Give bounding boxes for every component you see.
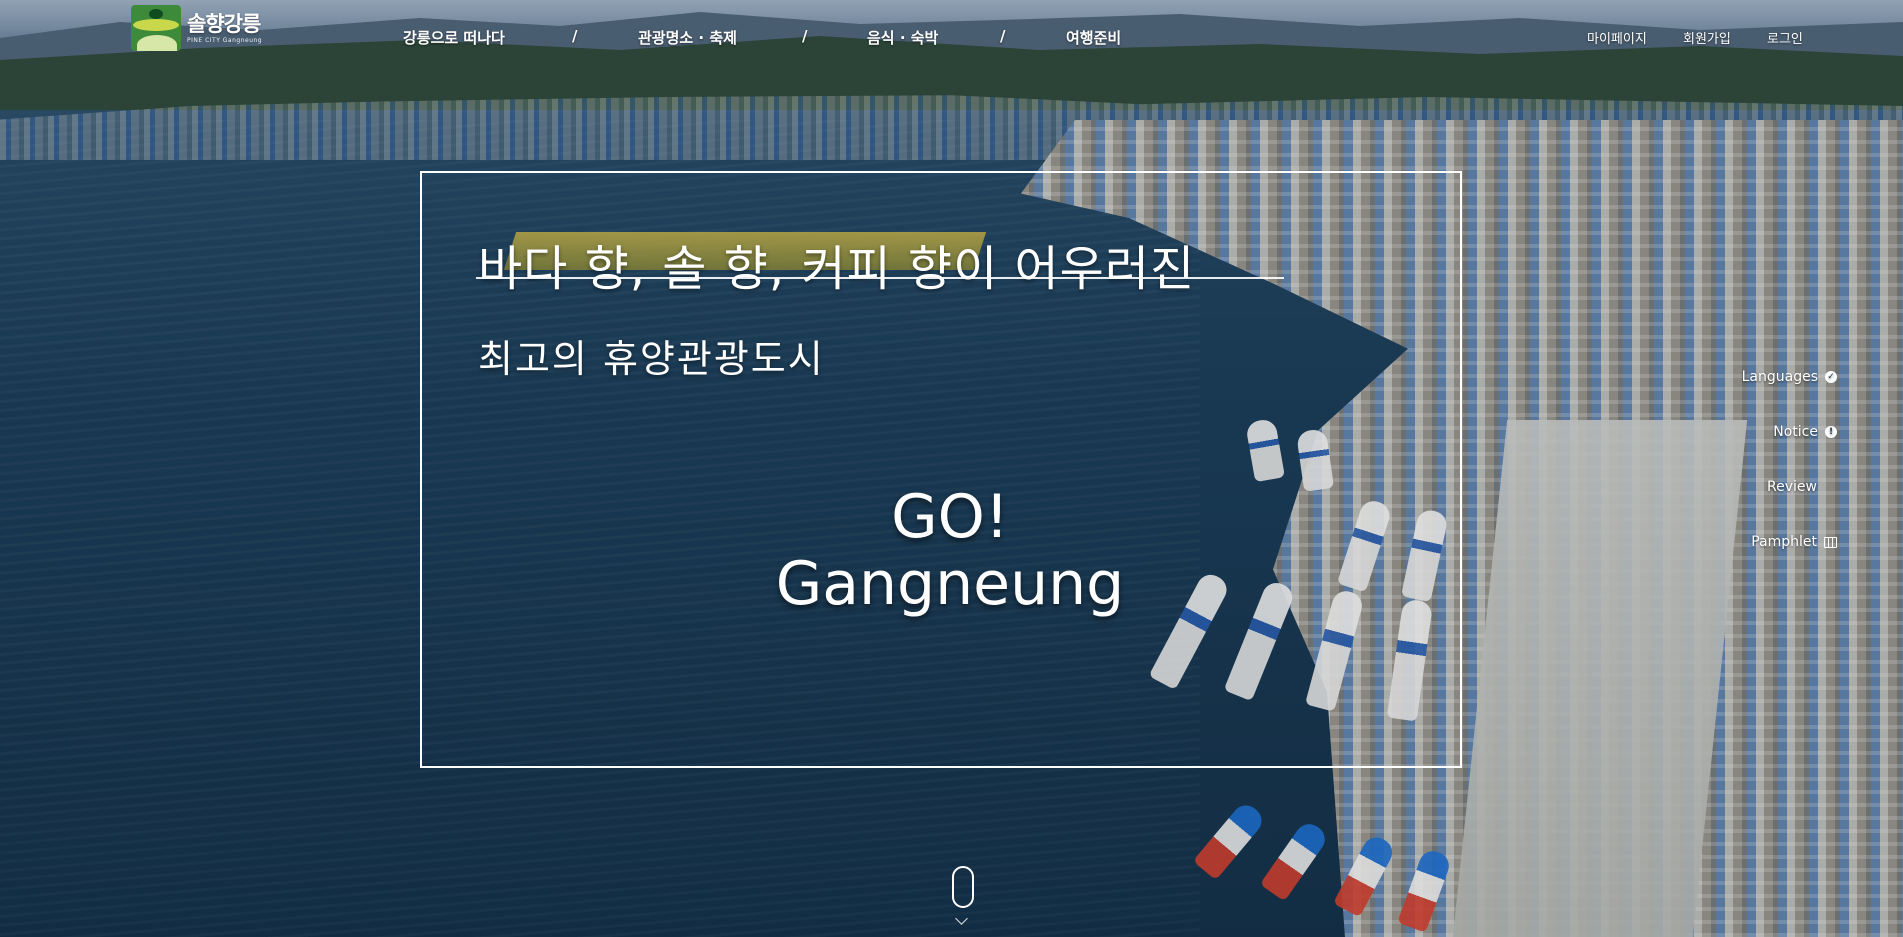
hero-subhead: 최고의 휴양관광도시 — [478, 337, 825, 381]
info-icon: ! — [1825, 426, 1837, 438]
headline-line — [476, 277, 1284, 279]
quick-review-label: Review — [1767, 479, 1817, 495]
quick-languages[interactable]: Languages ✓ — [1742, 369, 1837, 385]
quick-pamphlet[interactable]: Pamphlet — [1751, 534, 1837, 550]
nav-separator: / — [802, 27, 808, 45]
nav-item-food-stay[interactable]: 음식 · 숙박 — [867, 27, 938, 48]
globe-icon: ✓ — [1825, 371, 1837, 383]
nav-item-depart[interactable]: 강릉으로 떠나다 — [403, 27, 505, 48]
hero-headline: 바다 향, 솔 향, 커피 향이 어우러진 — [478, 241, 1196, 297]
quick-languages-label: Languages — [1741, 369, 1818, 385]
quick-pamphlet-label: Pamphlet — [1751, 534, 1817, 550]
mypage-link[interactable]: 마이페이지 — [1587, 28, 1647, 47]
nav-item-attractions[interactable]: 관광명소 · 축제 — [638, 27, 737, 48]
quick-notice[interactable]: Notice ! — [1773, 424, 1837, 440]
nav-separator: / — [1000, 27, 1006, 45]
map-icon — [1824, 536, 1837, 548]
quick-review[interactable]: Review — [1767, 479, 1817, 495]
nav-item-travel-prep[interactable]: 여행준비 — [1066, 27, 1121, 48]
hero-city-title: Gangneung — [775, 549, 1125, 619]
scroll-mouse-icon[interactable] — [952, 866, 974, 908]
login-link[interactable]: 로그인 — [1767, 28, 1803, 47]
hero-go-title: GO! — [891, 482, 1009, 552]
join-link[interactable]: 회원가입 — [1683, 28, 1731, 47]
nav-separator: / — [572, 27, 578, 45]
quick-notice-label: Notice — [1773, 424, 1818, 440]
